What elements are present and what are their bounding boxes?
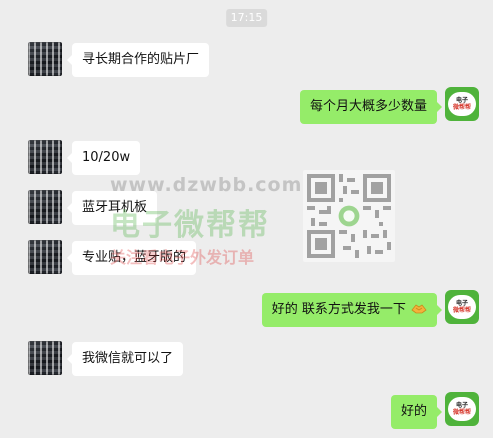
message-row: 专业贴，蓝牙版的 — [0, 238, 493, 278]
message-bubble[interactable]: 寻长期合作的贴片厂 — [66, 43, 210, 77]
message-bubble[interactable]: 专业贴，蓝牙版的 — [66, 241, 197, 275]
message-row: 好的 联系方式发我一下 电子 微帮帮 — [0, 290, 493, 330]
message-text: 好的 — [400, 404, 427, 419]
contact-avatar[interactable] — [28, 240, 62, 274]
message-text: 每个月大概多少数量 — [309, 99, 427, 114]
message-bubble[interactable]: 我微信就可以了 — [66, 342, 184, 376]
timestamp: 17:15 — [225, 9, 268, 27]
message-bubble[interactable]: 蓝牙耳机板 — [66, 191, 158, 225]
brand-logo-line1: 电子 — [455, 300, 468, 307]
contact-avatar[interactable] — [28, 140, 62, 174]
message-text: 好的 联系方式发我一下 — [271, 302, 406, 317]
message-row: 好的 电子 微帮帮 — [0, 392, 493, 432]
brand-logo-line2: 微帮帮 — [452, 104, 471, 111]
message-text: 我微信就可以了 — [82, 351, 174, 366]
brand-logo-line1: 电子 — [455, 402, 468, 409]
message-row: 我微信就可以了 — [0, 339, 493, 379]
message-bubble[interactable]: 每个月大概多少数量 — [299, 90, 443, 124]
brand-logo-line2: 微帮帮 — [452, 307, 471, 314]
message-bubble[interactable]: 好的 联系方式发我一下 — [261, 293, 443, 327]
self-avatar[interactable]: 电子 微帮帮 — [445, 87, 479, 121]
message-row: 蓝牙耳机板 — [0, 188, 493, 228]
contact-avatar[interactable] — [28, 42, 62, 76]
message-row: 10/20w — [0, 138, 493, 178]
brand-logo-line1: 电子 — [455, 97, 468, 104]
message-bubble[interactable]: 好的 — [390, 395, 443, 429]
brand-logo-badge: 电子 微帮帮 — [448, 92, 476, 116]
message-text: 蓝牙耳机板 — [82, 200, 148, 215]
message-text: 寻长期合作的贴片厂 — [82, 52, 200, 67]
message-row: 寻长期合作的贴片厂 — [0, 40, 493, 80]
message-row: 每个月大概多少数量 电子 微帮帮 — [0, 87, 493, 127]
brand-logo-line2: 微帮帮 — [452, 409, 471, 416]
brand-logo-badge: 电子 微帮帮 — [448, 295, 476, 319]
brand-logo-badge: 电子 微帮帮 — [448, 397, 476, 421]
self-avatar[interactable]: 电子 微帮帮 — [445, 392, 479, 426]
self-avatar[interactable]: 电子 微帮帮 — [445, 290, 479, 324]
handshake-emoji — [411, 304, 427, 314]
contact-avatar[interactable] — [28, 190, 62, 224]
message-text: 专业贴，蓝牙版的 — [82, 250, 187, 265]
message-text: 10/20w — [82, 150, 131, 165]
message-bubble[interactable]: 10/20w — [66, 141, 141, 175]
contact-avatar[interactable] — [28, 341, 62, 375]
